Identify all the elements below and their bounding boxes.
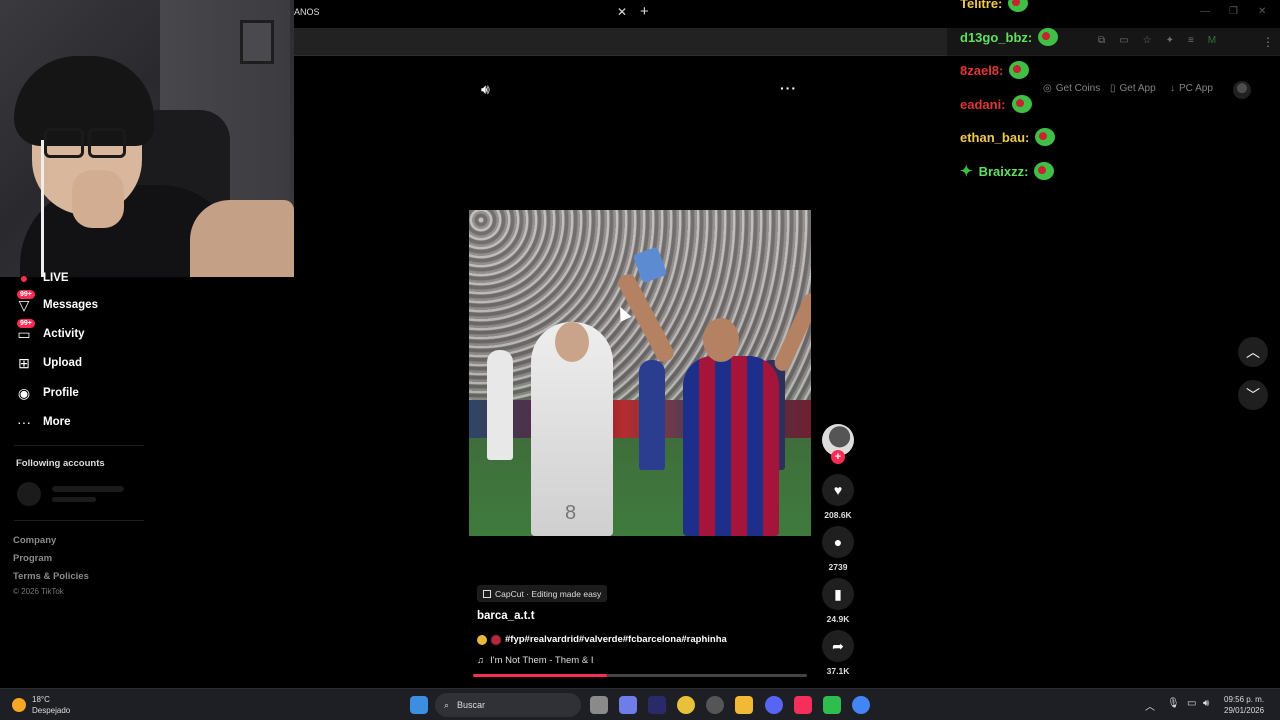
music-track[interactable]: ♫ I'm Not Them - Them & I bbox=[477, 655, 593, 666]
upload-icon: ⊞ bbox=[18, 354, 30, 371]
sidebar-item-upload[interactable]: ⊞ Upload bbox=[14, 353, 82, 373]
skeleton-line bbox=[52, 486, 124, 492]
emote-icon bbox=[1038, 28, 1059, 46]
taskbar-search[interactable]: ⌕ Buscar bbox=[435, 693, 581, 717]
following-accounts-title: Following accounts bbox=[16, 458, 105, 469]
chrome-icon[interactable] bbox=[677, 696, 695, 714]
music-app-icon[interactable] bbox=[794, 696, 812, 714]
share-icon: ➦ bbox=[822, 630, 854, 662]
stream-chat-overlay: Telitre: d13go_bbz: 8zael8: eadani: etha… bbox=[947, 0, 1280, 195]
ellipsis-icon: ··· bbox=[17, 414, 31, 430]
footer-terms-link[interactable]: Terms & Policies bbox=[13, 571, 89, 582]
copilot-icon[interactable] bbox=[619, 696, 637, 714]
comment-count: 2739 bbox=[828, 562, 848, 572]
copyright-text: © 2026 TikTok bbox=[13, 587, 64, 596]
comment-icon: ● bbox=[822, 526, 854, 558]
sidebar-item-messages[interactable]: ▽ 99+ Messages bbox=[14, 290, 98, 315]
follow-plus-icon[interactable]: + bbox=[831, 450, 845, 464]
skeleton-line bbox=[52, 497, 96, 502]
video-player[interactable]: 8 bbox=[469, 210, 811, 536]
activity-badge: 99+ bbox=[17, 319, 35, 328]
emoji-icon bbox=[477, 634, 487, 645]
live-icon: ● bbox=[19, 270, 29, 286]
capcut-icon bbox=[483, 589, 491, 598]
chat-message: d13go_bbz: bbox=[960, 28, 1059, 46]
premiere-icon[interactable] bbox=[648, 696, 666, 714]
chat-message: eadani: bbox=[960, 95, 1032, 113]
jersey-number: 8 bbox=[565, 502, 577, 524]
search-icon: ⌕ bbox=[444, 699, 450, 710]
footer-program-link[interactable]: Program bbox=[13, 553, 52, 564]
sidebar-divider bbox=[14, 520, 144, 521]
tray-chevron-icon[interactable]: ︿ bbox=[1145, 698, 1155, 713]
message-icon: ▽ 99+ bbox=[14, 290, 35, 315]
messages-badge: 99+ bbox=[17, 290, 35, 299]
emote-icon bbox=[1009, 61, 1030, 79]
tab-close-icon[interactable]: ✕ bbox=[617, 5, 627, 19]
file-explorer-icon[interactable] bbox=[735, 696, 753, 714]
sidebar-item-more[interactable]: ··· More bbox=[14, 412, 70, 432]
kick-icon[interactable] bbox=[823, 696, 841, 714]
emote-icon bbox=[1008, 0, 1029, 12]
sidebar-item-activity[interactable]: ▭ 99+ Activity bbox=[14, 319, 85, 344]
video-progress-bar[interactable] bbox=[473, 674, 807, 677]
weather-widget[interactable]: 18°C Despejado bbox=[12, 694, 70, 716]
tab-title[interactable]: ANOS bbox=[294, 7, 320, 17]
like-count: 208.6K bbox=[824, 510, 852, 520]
chat-message: Telitre: bbox=[960, 0, 1029, 12]
webcam-overlay bbox=[0, 0, 294, 277]
emote-icon bbox=[1035, 128, 1056, 146]
microphone-icon[interactable]: 🎙︎ bbox=[1167, 698, 1180, 709]
profile-avatar-icon: ◉ bbox=[17, 384, 31, 401]
previous-video-button[interactable]: ︿ bbox=[1238, 337, 1268, 367]
save-count: 24.9K bbox=[826, 614, 850, 624]
video-description: #fyp#realvardrid#valverde#fcbarcelona#ra… bbox=[477, 634, 727, 645]
creator-name[interactable]: barca_a.t.t bbox=[477, 610, 535, 622]
start-icon[interactable] bbox=[410, 696, 428, 714]
network-icon[interactable]: ▭ bbox=[1187, 698, 1196, 709]
speaker-icon[interactable]: 🔊︎ bbox=[1203, 698, 1209, 709]
obs-icon[interactable] bbox=[706, 696, 724, 714]
sidebar-item-live[interactable]: ● LIVE bbox=[14, 268, 69, 288]
moon-icon bbox=[12, 698, 26, 712]
video-progress-fill bbox=[473, 674, 607, 677]
like-button[interactable]: ♥ 208.6K bbox=[822, 474, 854, 520]
emote-icon bbox=[1011, 95, 1032, 113]
chrome-profile-icon[interactable] bbox=[852, 696, 870, 714]
discord-icon[interactable] bbox=[765, 696, 783, 714]
chat-message: 8zael8: bbox=[960, 61, 1030, 79]
sidebar-divider bbox=[14, 445, 144, 446]
sidebar-item-profile[interactable]: ◉ Profile bbox=[14, 383, 79, 403]
activity-icon: ▭ 99+ bbox=[14, 319, 35, 344]
volume-icon[interactable]: 🔊︎ bbox=[481, 81, 490, 98]
star-badge-icon: ✦ bbox=[960, 163, 973, 180]
new-tab-button[interactable]: + bbox=[640, 3, 649, 20]
task-view-icon[interactable] bbox=[590, 696, 608, 714]
chevron-up-icon: ︿ bbox=[1246, 344, 1260, 360]
next-video-button[interactable]: ﹀ bbox=[1238, 380, 1268, 410]
emoji-icon bbox=[491, 634, 501, 645]
skeleton-avatar bbox=[17, 482, 41, 506]
share-count: 37.1K bbox=[826, 666, 850, 676]
footer-company-link[interactable]: Company bbox=[13, 535, 56, 546]
music-note-icon: ♫ bbox=[477, 655, 485, 666]
comment-button[interactable]: ● 2739 bbox=[822, 526, 854, 572]
heart-icon: ♥ bbox=[822, 474, 854, 506]
share-button[interactable]: ➦ 37.1K bbox=[822, 630, 854, 676]
save-button[interactable]: ▮ 24.9K bbox=[822, 578, 854, 624]
system-clock[interactable]: 09:56 p. m. 29/01/2026 bbox=[1224, 694, 1264, 716]
chat-message: ✦ Braixzz: bbox=[960, 162, 1055, 180]
video-more-icon[interactable]: ··· bbox=[780, 80, 797, 96]
chat-message: ethan_bau: bbox=[960, 128, 1056, 146]
emote-icon bbox=[1034, 162, 1055, 180]
chevron-down-icon: ﹀ bbox=[1246, 387, 1260, 403]
capcut-anchor[interactable]: CapCut · Editing made easy bbox=[477, 585, 608, 602]
bookmark-icon: ▮ bbox=[822, 578, 854, 610]
windows-taskbar: 18°C Despejado ⌕ Buscar ︿ 🎙︎ ▭ 🔊︎ 09:56 … bbox=[0, 688, 1280, 720]
